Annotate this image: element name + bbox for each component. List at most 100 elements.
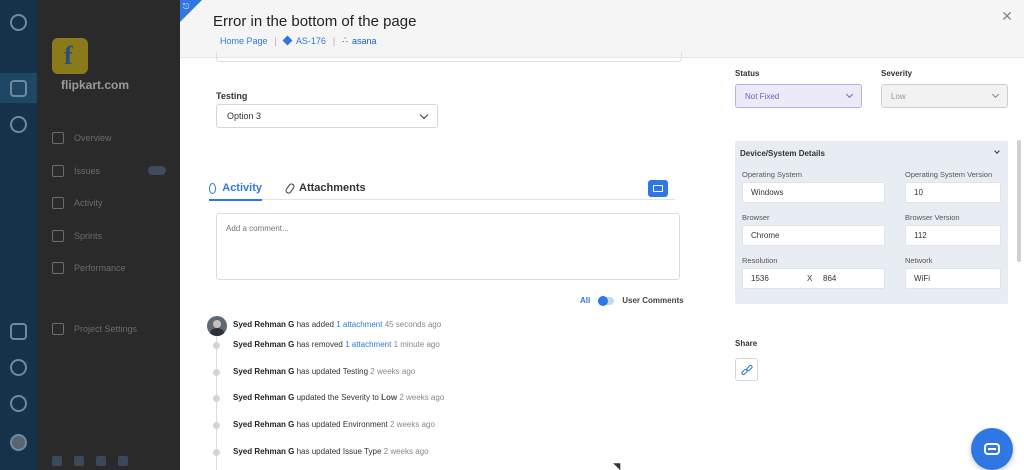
- chevron-down-icon: [845, 90, 854, 99]
- sidebar-item-activity[interactable]: Activity: [52, 197, 103, 209]
- timeline-dot: [213, 422, 220, 429]
- activity-tabs: Activity Attachments: [209, 176, 675, 201]
- left-rail: [0, 0, 37, 470]
- severity-select[interactable]: Low: [881, 84, 1008, 108]
- breadcrumb: Home Page | AS-176 | ∴ asana: [220, 35, 377, 46]
- breadcrumb-asana[interactable]: asana: [352, 36, 377, 46]
- jira-icon[interactable]: [52, 456, 62, 466]
- filter-user-comments[interactable]: User Comments: [622, 296, 683, 305]
- activity-item: Syed Rehman G updated the Severity to Lo…: [233, 393, 445, 402]
- activity-item: Syed Rehman G has added 1 attachment 45 …: [233, 320, 442, 329]
- share-label: Share: [735, 339, 758, 348]
- breadcrumb-separator: |: [332, 35, 336, 46]
- resolution-label: Resolution: [742, 256, 778, 265]
- gift-icon[interactable]: [10, 323, 27, 340]
- timeline-dot: [213, 342, 220, 349]
- scrollbar[interactable]: [1017, 140, 1021, 262]
- chat-support-button[interactable]: [971, 428, 1013, 470]
- os-field[interactable]: Windows: [742, 182, 885, 203]
- link-icon: [740, 363, 753, 376]
- sidebar-item-project-settings[interactable]: Project Settings: [52, 323, 137, 335]
- device-details-title: Device/System Details: [740, 149, 825, 158]
- zendesk-icon[interactable]: [96, 456, 106, 466]
- browser-version-field[interactable]: 112: [905, 225, 1001, 246]
- filter-toggle[interactable]: [598, 295, 615, 306]
- profile-avatar[interactable]: [10, 434, 27, 451]
- breadcrumb-separator: |: [274, 35, 277, 46]
- activity-item: Syed Rehman G has updated Environment 2 …: [233, 420, 435, 429]
- email-button[interactable]: [648, 180, 668, 197]
- timeline-dot: [213, 395, 220, 402]
- chat-icon: [984, 443, 1000, 455]
- breadcrumb-home[interactable]: Home Page: [220, 36, 268, 46]
- browser-label: Browser: [742, 213, 770, 222]
- company-name: flipkart.com: [60, 78, 129, 92]
- severity-value: Low: [891, 91, 906, 101]
- integration-icon[interactable]: [118, 456, 128, 466]
- issues-count-badge: [148, 166, 166, 175]
- filter-all[interactable]: All: [580, 296, 590, 305]
- tab-activity[interactable]: Activity: [209, 176, 262, 201]
- chevron-down-icon: [419, 110, 429, 119]
- user-icon[interactable]: [10, 116, 27, 133]
- network-field[interactable]: WiFi: [905, 268, 1001, 289]
- app-logo-icon: [10, 14, 27, 31]
- chevron-down-icon: [991, 90, 1000, 99]
- sidebar-item-issues[interactable]: Issues: [52, 165, 100, 177]
- resolution-height: 864: [823, 274, 837, 283]
- browser-field[interactable]: Chrome: [742, 225, 885, 246]
- resolution-x: X: [807, 274, 813, 283]
- status-value: Not Fixed: [745, 91, 780, 101]
- drawer-header: ⎋ Error in the bottom of the page Home P…: [180, 0, 1024, 58]
- projects-icon[interactable]: [10, 80, 27, 97]
- close-icon[interactable]: ✕: [1000, 9, 1014, 23]
- status-label: Status: [735, 69, 760, 78]
- company-logo: [52, 38, 88, 74]
- device-details-panel: Device/System Details Operating System W…: [735, 141, 1008, 304]
- integration-icons: [52, 456, 128, 466]
- attachment-link[interactable]: 1 attachment: [345, 340, 391, 349]
- share-link-button[interactable]: [735, 358, 758, 381]
- issues-icon: [52, 165, 64, 177]
- performance-icon: [52, 262, 64, 274]
- timeline-dot: [213, 369, 220, 376]
- lock-icon: ⎋: [183, 2, 190, 11]
- asana-icon: ∴: [342, 35, 348, 45]
- activity-item: Syed Rehman G has updated Testing 2 week…: [233, 367, 416, 376]
- activity-icon: [52, 197, 64, 209]
- os-version-field[interactable]: 10: [905, 182, 1001, 203]
- settings-gear-icon[interactable]: [10, 359, 27, 376]
- os-version-label: Operating System Version: [905, 170, 993, 179]
- overview-icon: [52, 132, 64, 144]
- testing-value: Option 3: [227, 111, 262, 121]
- tab-attachments[interactable]: Attachments: [284, 176, 366, 200]
- status-select[interactable]: Not Fixed: [735, 84, 862, 108]
- paperclip-icon: [284, 181, 296, 195]
- project-settings-icon: [52, 323, 64, 335]
- collapse-chevron-icon[interactable]: [994, 148, 1000, 154]
- activity-item: Syed Rehman G has removed 1 attachment 1…: [233, 340, 440, 349]
- activity-check-icon: [209, 182, 217, 194]
- sidebar-item-performance[interactable]: Performance: [52, 262, 126, 274]
- sprints-icon: [52, 230, 64, 242]
- testing-select[interactable]: Option 3: [216, 104, 438, 128]
- breadcrumb-issue-key[interactable]: AS-176: [296, 36, 326, 46]
- activity-item: Syed Rehman G has updated Issue Type 2 w…: [233, 447, 429, 456]
- resolution-width: 1536: [751, 274, 769, 283]
- integration-icon[interactable]: [74, 456, 84, 466]
- help-icon[interactable]: [10, 395, 27, 412]
- comment-input[interactable]: [216, 213, 680, 280]
- previous-field-stub: [216, 52, 682, 62]
- issue-title: Error in the bottom of the page: [213, 13, 417, 30]
- severity-label: Severity: [881, 69, 913, 78]
- resolution-field[interactable]: 1536 X 864: [742, 268, 885, 289]
- activity-filter: All User Comments: [580, 295, 684, 306]
- network-label: Network: [905, 256, 933, 265]
- attachment-link[interactable]: 1 attachment: [336, 320, 382, 329]
- avatar: [207, 316, 227, 336]
- mail-icon: [653, 185, 663, 192]
- sidebar-item-sprints[interactable]: Sprints: [52, 230, 102, 242]
- timeline-dot: [213, 449, 220, 456]
- testing-label: Testing: [216, 91, 248, 101]
- sidebar-item-overview[interactable]: Overview: [52, 132, 112, 144]
